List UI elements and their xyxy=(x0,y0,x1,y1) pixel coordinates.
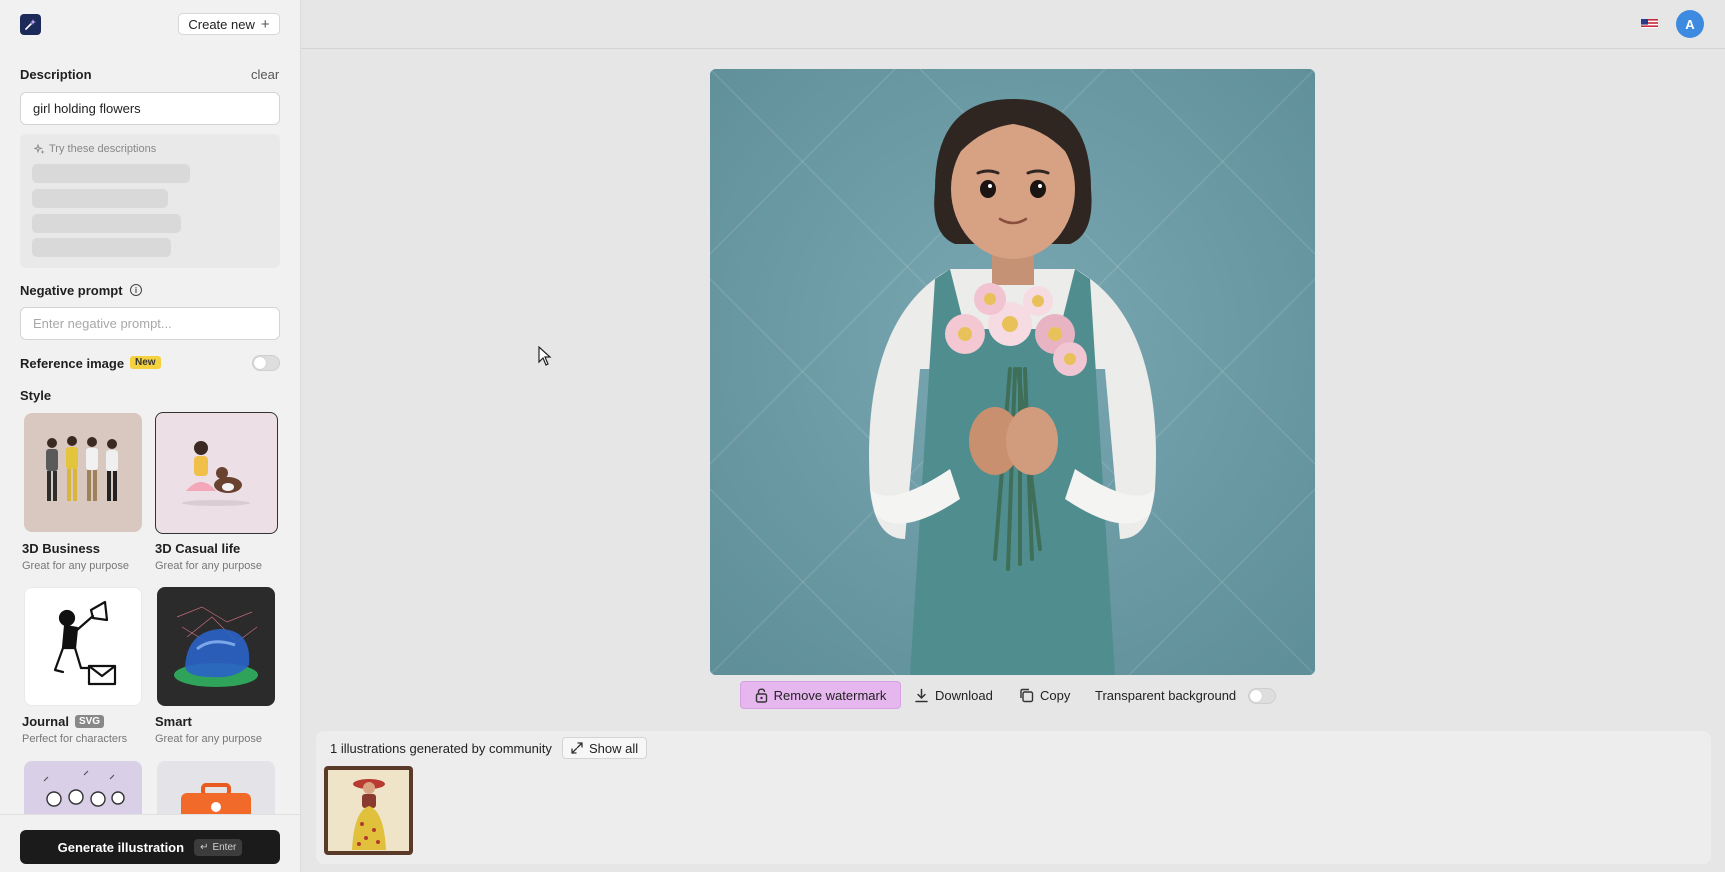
negative-prompt-placeholder: Enter negative prompt... xyxy=(33,316,172,331)
style-name: Smart xyxy=(155,714,192,729)
lock-icon xyxy=(755,687,767,703)
us-flag-icon[interactable] xyxy=(1641,17,1658,28)
suggestions-title-text: Try these descriptions xyxy=(49,143,157,155)
style-card-briefcase[interactable] xyxy=(157,761,275,821)
girl-with-dog-illustration xyxy=(182,441,250,506)
copy-label: Copy xyxy=(1040,687,1071,703)
copy-icon xyxy=(1020,688,1034,702)
remove-watermark-label: Remove watermark xyxy=(773,687,887,703)
glass-blob-illustration xyxy=(174,606,258,687)
show-all-button[interactable]: Show all xyxy=(562,737,648,759)
description-suggestions: Try these descriptions xyxy=(20,134,280,268)
style-card-3d-casual-life[interactable] xyxy=(155,412,278,534)
new-badge: New xyxy=(130,356,161,369)
style-card-doodle[interactable] xyxy=(24,761,142,821)
enter-key-icon: ↵ xyxy=(200,841,209,853)
create-new-button[interactable]: Create new + xyxy=(178,13,280,35)
style-card-3d-business[interactable] xyxy=(24,413,142,532)
suggestion-placeholder xyxy=(32,189,168,208)
generate-label: Generate illustration xyxy=(57,839,185,855)
suggestions-title: Try these descriptions xyxy=(34,143,156,155)
style-card-journal[interactable] xyxy=(24,587,142,706)
woman-in-dress-thumbnail xyxy=(324,766,413,855)
style-name: 3D Casual life xyxy=(155,541,241,556)
download-icon xyxy=(915,688,928,702)
community-title: 1 illustrations generated by community xyxy=(330,741,552,756)
sparkle-icon xyxy=(25,19,36,30)
svg-badge: SVG xyxy=(74,715,105,728)
expand-icon xyxy=(571,742,583,754)
app-logo[interactable] xyxy=(20,14,41,35)
suggestion-placeholder xyxy=(32,164,190,183)
negative-prompt-input[interactable]: Enter negative prompt... xyxy=(20,307,280,340)
style-name-text: Journal xyxy=(22,714,69,729)
enter-shortcut-text: Enter xyxy=(212,841,237,853)
sidebar: Create new + Description clear girl hold… xyxy=(0,0,301,872)
style-name: Journal SVG xyxy=(22,714,105,729)
download-button[interactable]: Download xyxy=(914,681,993,709)
megaphone-person-illustration xyxy=(53,600,117,686)
community-section: 1 illustrations generated by community S… xyxy=(316,731,1711,864)
style-subtitle: Perfect for characters xyxy=(22,733,128,745)
style-subtitle: Great for any purpose xyxy=(22,560,130,572)
download-label: Download xyxy=(935,687,993,703)
style-card-smart[interactable] xyxy=(157,587,275,706)
plus-icon: + xyxy=(260,15,270,33)
girl-holding-flowers-illustration xyxy=(710,69,1315,675)
community-thumbnail[interactable] xyxy=(324,766,413,855)
description-input-value: girl holding flowers xyxy=(33,101,141,116)
user-avatar[interactable]: A xyxy=(1676,10,1704,38)
top-bar xyxy=(301,0,1725,49)
sparkles-icon xyxy=(34,143,45,154)
style-subtitle: Great for any purpose xyxy=(155,560,263,572)
reference-image-label: Reference image xyxy=(20,356,125,371)
description-input[interactable]: girl holding flowers xyxy=(20,92,280,125)
clear-description-link[interactable]: clear xyxy=(251,67,279,82)
create-new-label: Create new xyxy=(188,16,255,32)
copy-button[interactable]: Copy xyxy=(1019,681,1070,709)
enter-shortcut: ↵ Enter xyxy=(194,838,243,856)
style-name: 3D Business xyxy=(22,541,101,556)
style-label: Style xyxy=(20,388,52,403)
mouse-cursor-icon xyxy=(538,346,552,366)
suggestion-placeholder xyxy=(32,214,181,233)
briefcase-illustration xyxy=(181,783,251,821)
description-label: Description xyxy=(20,67,92,82)
style-subtitle: Great for any purpose xyxy=(155,733,263,745)
negative-prompt-label: Negative prompt xyxy=(20,283,123,298)
people-doodle-illustration xyxy=(43,770,125,807)
show-all-label: Show all xyxy=(589,740,639,756)
info-icon[interactable]: i xyxy=(130,284,142,296)
generated-illustration xyxy=(710,69,1315,675)
transparent-background-label: Transparent background xyxy=(1095,687,1237,703)
generate-illustration-button[interactable]: Generate illustration ↵ Enter xyxy=(20,830,280,864)
reference-image-toggle[interactable] xyxy=(252,355,280,371)
suggestion-placeholder xyxy=(32,238,171,257)
business-people-illustration xyxy=(46,436,118,501)
transparent-background-toggle[interactable] xyxy=(1248,688,1276,704)
remove-watermark-button[interactable]: Remove watermark xyxy=(740,681,901,709)
